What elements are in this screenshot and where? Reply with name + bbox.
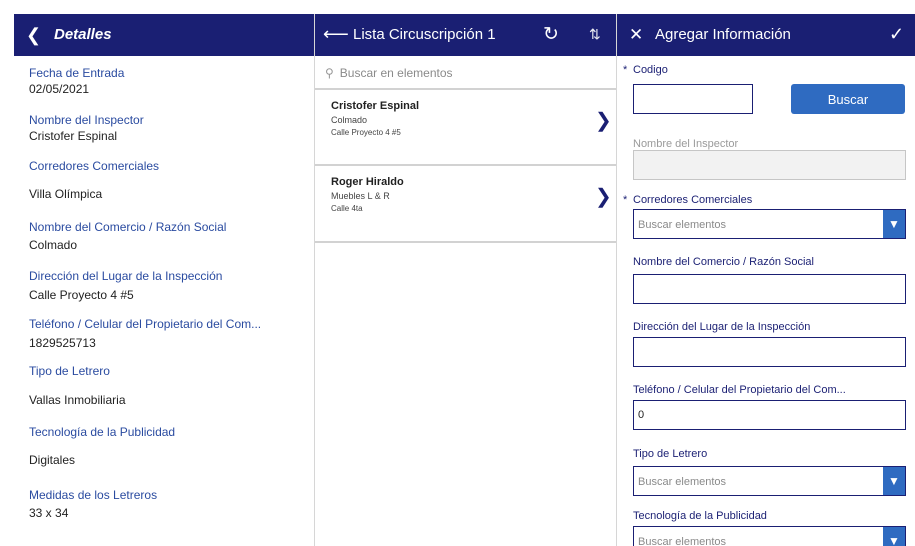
field-value-telefono: 1829525713 (29, 336, 96, 350)
corredores-placeholder: Buscar elementos (638, 219, 727, 231)
list-item-name: Roger Hiraldo (331, 176, 404, 188)
field-label-tecnologia: Tecnología de la Publicidad (29, 425, 176, 439)
list-item-address: Calle Proyecto 4 #5 (331, 128, 401, 137)
field-value-medidas: 33 x 34 (29, 506, 69, 520)
search-icon: ⚲ (325, 66, 334, 80)
list-title: Lista Circuscripción 1 (353, 26, 496, 43)
details-title: Detalles (54, 26, 112, 43)
telefono-input[interactable]: 0 (633, 400, 906, 430)
dropdown-arrow-icon[interactable]: ▼ (883, 527, 905, 546)
field-label-inspector: Nombre del Inspector (29, 113, 144, 127)
direccion-input[interactable] (633, 337, 906, 367)
list-item-address: Calle 4ta (331, 204, 363, 213)
field-value-tecnologia: Digitales (29, 453, 76, 467)
dropdown-arrow-icon[interactable]: ▼ (883, 210, 905, 238)
field-label-tipo-letrero: Tipo de Letrero (29, 364, 110, 378)
field-label-fecha: Fecha de Entrada (29, 66, 125, 80)
dropdown-arrow-icon[interactable]: ▼ (883, 467, 905, 495)
field-label-telefono: Teléfono / Celular del Propietario del C… (29, 317, 262, 331)
tecnologia-dropdown[interactable]: Buscar elementos ▼ (633, 526, 906, 546)
field-value-comercio: Colmado (29, 238, 78, 252)
add-info-pane: ✕ Agregar Información ✓ * Codigo Buscar N… (616, 14, 915, 546)
list-item-commerce: Muebles L & R (331, 191, 390, 201)
field-value-corredores: Villa Olímpica (29, 187, 103, 201)
add-info-header: ✕ Agregar Información ✓ (617, 14, 915, 56)
chevron-right-icon[interactable]: ❯ (595, 184, 612, 209)
sort-icon[interactable]: ⇅ (589, 26, 601, 43)
field-label-corredores: Corredores Comerciales (29, 159, 160, 173)
tipo-letrero-dropdown[interactable]: Buscar elementos ▼ (633, 466, 906, 496)
codigo-label: * Codigo (623, 64, 668, 76)
tipo-letrero-label: Tipo de Letrero (633, 448, 708, 460)
list-item-name: Cristofer Espinal (331, 100, 420, 112)
field-label-comercio: Nombre del Comercio / Razón Social (29, 220, 227, 234)
list-header: ⟵ Lista Circuscripción 1 ↻ ⇅ (315, 14, 616, 56)
details-pane: ❮ Detalles Fecha de Entrada 02/05/2021 N… (14, 14, 314, 546)
field-value-direccion: Calle Proyecto 4 #5 (29, 288, 134, 302)
arrow-left-icon[interactable]: ⟵ (323, 24, 349, 45)
details-header: ❮ Detalles (14, 14, 314, 56)
field-value-inspector: Cristofer Espinal (29, 129, 118, 143)
field-value-fecha: 02/05/2021 (29, 82, 90, 96)
codigo-input[interactable] (633, 84, 753, 114)
chevron-right-icon[interactable]: ❯ (595, 108, 612, 133)
tecnologia-placeholder: Buscar elementos (638, 536, 727, 546)
list-item[interactable]: Cristofer Espinal Colmado Calle Proyecto… (315, 90, 616, 166)
field-value-tipo-letrero: Vallas Inmobiliaria (29, 393, 126, 407)
checkmark-icon[interactable]: ✓ (889, 24, 904, 45)
list-pane: ⟵ Lista Circuscripción 1 ↻ ⇅ ⚲ Buscar en… (314, 14, 616, 546)
list-item[interactable]: Roger Hiraldo Muebles L & R Calle 4ta ❯ (315, 166, 616, 242)
reload-icon[interactable]: ↻ (543, 23, 559, 46)
corredores-dropdown[interactable]: Buscar elementos ▼ (633, 209, 906, 239)
telefono-label: Teléfono / Celular del Propietario del C… (633, 384, 846, 396)
inspector-input (633, 150, 906, 180)
buscar-button[interactable]: Buscar (791, 84, 905, 114)
chevron-left-icon[interactable]: ❮ (26, 25, 41, 46)
tipo-letrero-placeholder: Buscar elementos (638, 476, 727, 488)
search-placeholder: Buscar en elementos (339, 66, 453, 80)
corredores-label: * Corredores Comerciales (623, 194, 753, 206)
comercio-input[interactable] (633, 274, 906, 304)
list-item-commerce: Colmado (331, 115, 368, 125)
field-label-medidas: Medidas de los Letreros (29, 488, 158, 502)
search-input[interactable]: ⚲ Buscar en elementos (325, 62, 606, 84)
tecnologia-label: Tecnología de la Publicidad (633, 510, 767, 522)
add-info-title: Agregar Información (655, 26, 791, 43)
comercio-label: Nombre del Comercio / Razón Social (633, 256, 814, 268)
inspector-label: Nombre del Inspector (633, 138, 739, 150)
close-icon[interactable]: ✕ (629, 25, 643, 45)
divider (315, 241, 616, 243)
field-label-direccion: Dirección del Lugar de la Inspección (29, 269, 223, 283)
direccion-label: Dirección del Lugar de la Inspección (633, 321, 811, 333)
